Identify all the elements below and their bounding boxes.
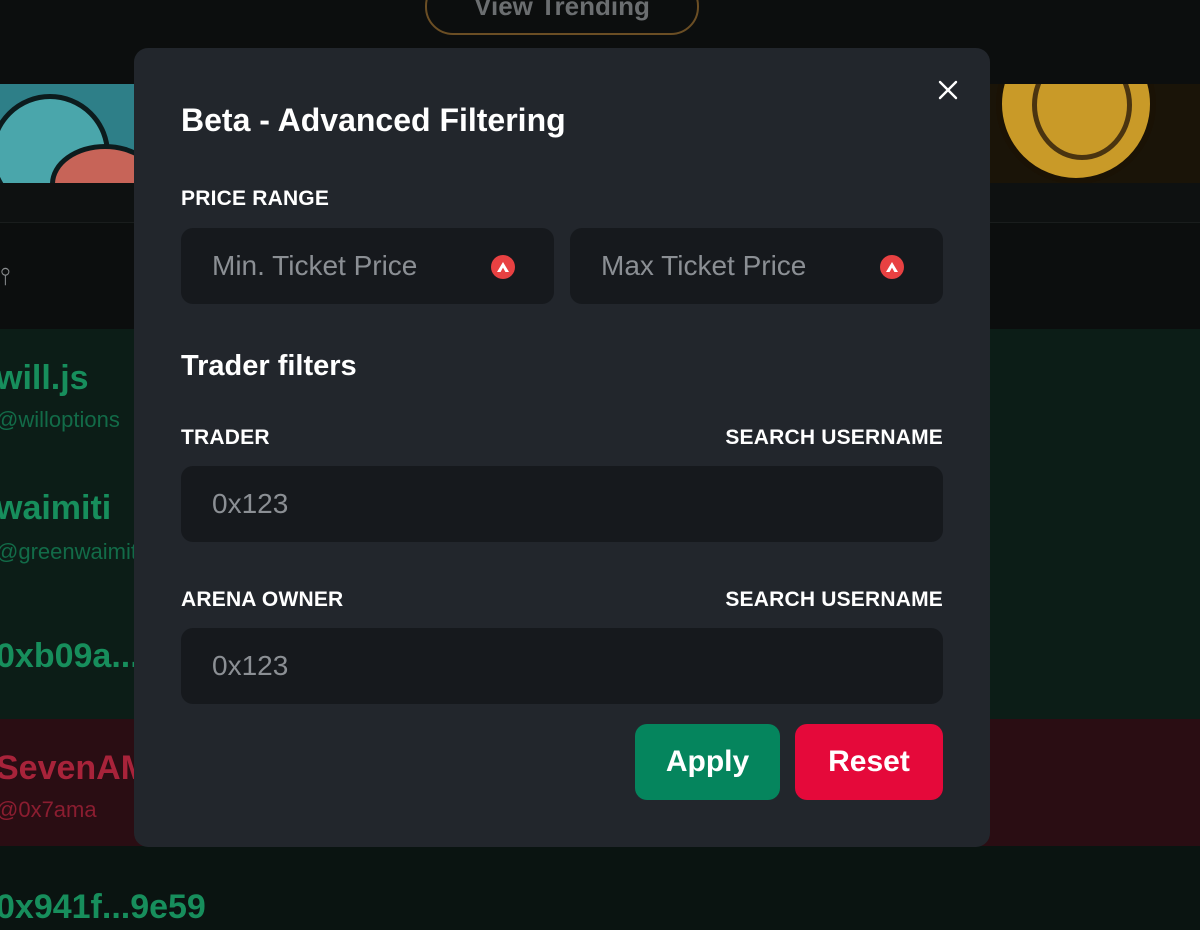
arena-owner-search-username-toggle[interactable]: SEARCH USERNAME — [725, 588, 943, 612]
view-trending-button[interactable]: View Trending — [425, 0, 699, 35]
list-item-handle: @greenwaimiti — [0, 539, 142, 564]
apply-button[interactable]: Apply — [635, 724, 780, 800]
trader-filters-title: Trader filters — [181, 350, 357, 382]
list-item-handle: @0x7ama — [0, 797, 97, 822]
list-item-handle: @willoptions — [0, 407, 120, 432]
trader-field[interactable] — [181, 466, 943, 542]
list-item-dark: 0x941f...9e59 — [0, 846, 1200, 930]
list-item-name[interactable]: SevenAM — [0, 749, 149, 788]
trader-address-input[interactable] — [181, 466, 943, 542]
modal-title: Beta - Advanced Filtering — [181, 102, 566, 138]
list-item-name[interactable]: 0xb09a... — [0, 637, 140, 676]
max-price-field[interactable] — [570, 228, 943, 304]
advanced-filter-modal: Beta - Advanced Filtering PRICE RANGE Tr… — [134, 48, 990, 847]
arena-owner-address-input[interactable] — [181, 628, 943, 704]
avax-icon — [491, 255, 515, 279]
banner-artwork-left — [0, 84, 140, 183]
reset-button[interactable]: Reset — [795, 724, 943, 800]
arena-owner-field[interactable] — [181, 628, 943, 704]
arena-owner-label: ARENA OWNER — [181, 588, 344, 611]
banner-artwork-coin — [990, 84, 1200, 183]
close-icon[interactable] — [934, 76, 962, 104]
trader-search-username-toggle[interactable]: SEARCH USERNAME — [725, 426, 943, 450]
min-price-field[interactable] — [181, 228, 554, 304]
avax-icon — [880, 255, 904, 279]
list-item-name[interactable]: waimiti — [0, 489, 111, 528]
price-range-label: PRICE RANGE — [181, 187, 330, 210]
list-item-name[interactable]: will.js — [0, 359, 89, 398]
list-item-name[interactable]: 0x941f...9e59 — [0, 888, 206, 927]
filter-sliders-icon[interactable]: ⫯ — [0, 262, 14, 292]
trader-label: TRADER — [181, 426, 270, 449]
